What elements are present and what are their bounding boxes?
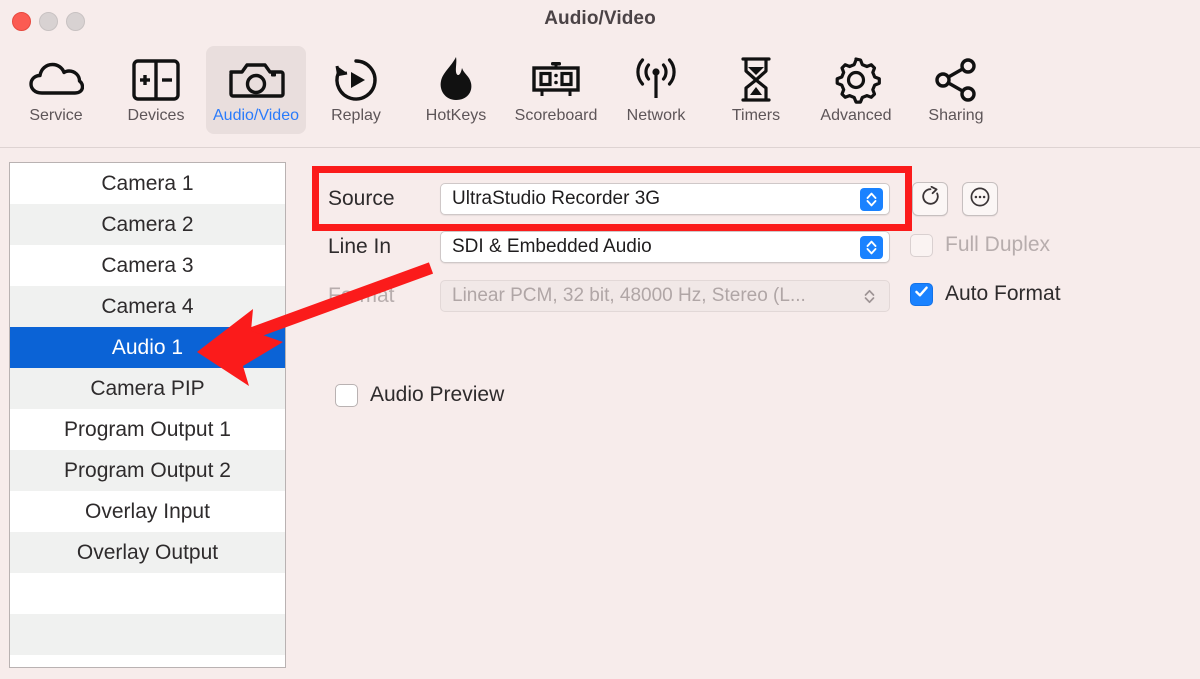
title-bar: Audio/Video (0, 0, 1200, 42)
full-duplex-row: Full Duplex (910, 233, 1050, 257)
refresh-button[interactable] (912, 182, 948, 216)
replay-icon (330, 54, 382, 106)
source-dropdown[interactable]: UltraStudio Recorder 3G (440, 183, 890, 215)
toolbar-item-label: Audio/Video (213, 107, 299, 124)
toolbar: Service Devices Audio/Video Replay HotKe… (0, 42, 1200, 148)
chevron-updown-icon (858, 285, 881, 308)
toolbar-item-scoreboard[interactable]: Scoreboard (506, 46, 606, 134)
list-item[interactable]: Program Output 2 (10, 450, 285, 491)
list-item[interactable]: Camera 1 (10, 163, 285, 204)
source-list[interactable]: Camera 1 Camera 2 Camera 3 Camera 4 Audi… (9, 162, 286, 668)
window-title: Audio/Video (544, 8, 656, 29)
auto-format-row: Auto Format (910, 282, 1061, 306)
source-label: Source (328, 187, 395, 210)
scoreboard-icon (527, 54, 585, 106)
split-panel-icon (128, 54, 184, 106)
toolbar-item-network[interactable]: Network (606, 46, 706, 134)
cloud-icon (28, 54, 84, 106)
audio-preview-label: Audio Preview (370, 383, 505, 406)
list-item[interactable]: Camera 2 (10, 204, 285, 245)
toolbar-item-label: Scoreboard (514, 107, 598, 124)
list-item[interactable]: Camera PIP (10, 368, 285, 409)
more-options-button[interactable] (962, 182, 998, 216)
toolbar-item-label: Advanced (820, 107, 892, 124)
toolbar-item-label: HotKeys (425, 107, 487, 124)
source-dropdown-value: UltraStudio Recorder 3G (452, 188, 661, 209)
line-in-dropdown-value: SDI & Embedded Audio (452, 236, 652, 257)
toolbar-item-label: Devices (127, 107, 185, 124)
list-item[interactable]: Camera 3 (10, 245, 285, 286)
line-in-dropdown[interactable]: SDI & Embedded Audio (440, 231, 890, 263)
toolbar-item-timers[interactable]: Timers (706, 46, 806, 134)
toolbar-item-sharing[interactable]: Sharing (906, 46, 1006, 134)
antenna-icon (630, 54, 682, 106)
refresh-icon (920, 185, 941, 212)
chevron-updown-icon (860, 188, 883, 211)
share-icon (930, 54, 982, 106)
source-row: Source UltraStudio Recorder 3G (328, 182, 998, 216)
list-item-empty (10, 614, 285, 655)
toolbar-item-label: Network (626, 107, 686, 124)
auto-format-checkbox[interactable] (910, 282, 933, 306)
toolbar-item-replay[interactable]: Replay (306, 46, 406, 134)
toolbar-item-service[interactable]: Service (6, 46, 106, 134)
auto-format-label: Auto Format (945, 282, 1061, 305)
format-dropdown: Linear PCM, 32 bit, 48000 Hz, Stereo (L.… (440, 280, 890, 312)
full-duplex-checkbox (910, 233, 933, 257)
content-area: Camera 1 Camera 2 Camera 3 Camera 4 Audi… (0, 149, 1200, 679)
chevron-updown-icon (860, 236, 883, 259)
preferences-window: Audio/Video Service Devices Audio/Video … (0, 0, 1200, 679)
toolbar-item-label: Service (29, 107, 83, 124)
camera-icon (227, 54, 285, 106)
flame-icon (433, 54, 479, 106)
toolbar-item-devices[interactable]: Devices (106, 46, 206, 134)
toolbar-item-label: Replay (331, 107, 381, 124)
ellipsis-circle-icon (969, 186, 991, 213)
toolbar-item-hotkeys[interactable]: HotKeys (406, 46, 506, 134)
line-in-label: Line In (328, 235, 392, 258)
list-item-empty (10, 655, 285, 667)
toolbar-item-label: Timers (731, 107, 781, 124)
line-in-row: Line In SDI & Embedded Audio (328, 231, 890, 263)
full-duplex-label: Full Duplex (945, 233, 1051, 256)
format-dropdown-value: Linear PCM, 32 bit, 48000 Hz, Stereo (L.… (452, 285, 806, 306)
list-item[interactable]: Program Output 1 (10, 409, 285, 450)
toolbar-item-advanced[interactable]: Advanced (806, 46, 906, 134)
audio-preview-checkbox[interactable] (335, 383, 358, 407)
list-item-audio-1[interactable]: Audio 1 (10, 327, 285, 368)
toolbar-item-audio-video[interactable]: Audio/Video (206, 46, 306, 134)
list-item[interactable]: Overlay Input (10, 491, 285, 532)
hourglass-icon (735, 54, 777, 106)
gear-icon (830, 54, 882, 106)
format-row: Format Linear PCM, 32 bit, 48000 Hz, Ste… (328, 280, 890, 312)
list-item-empty (10, 573, 285, 614)
list-item[interactable]: Camera 4 (10, 286, 285, 327)
list-item[interactable]: Overlay Output (10, 532, 285, 573)
checkmark-icon (913, 283, 930, 305)
toolbar-item-label: Sharing (928, 107, 984, 124)
audio-preview-row: Audio Preview (335, 383, 504, 407)
settings-form: Source UltraStudio Recorder 3G Line In S… (310, 149, 1190, 679)
format-label: Format (328, 284, 395, 307)
